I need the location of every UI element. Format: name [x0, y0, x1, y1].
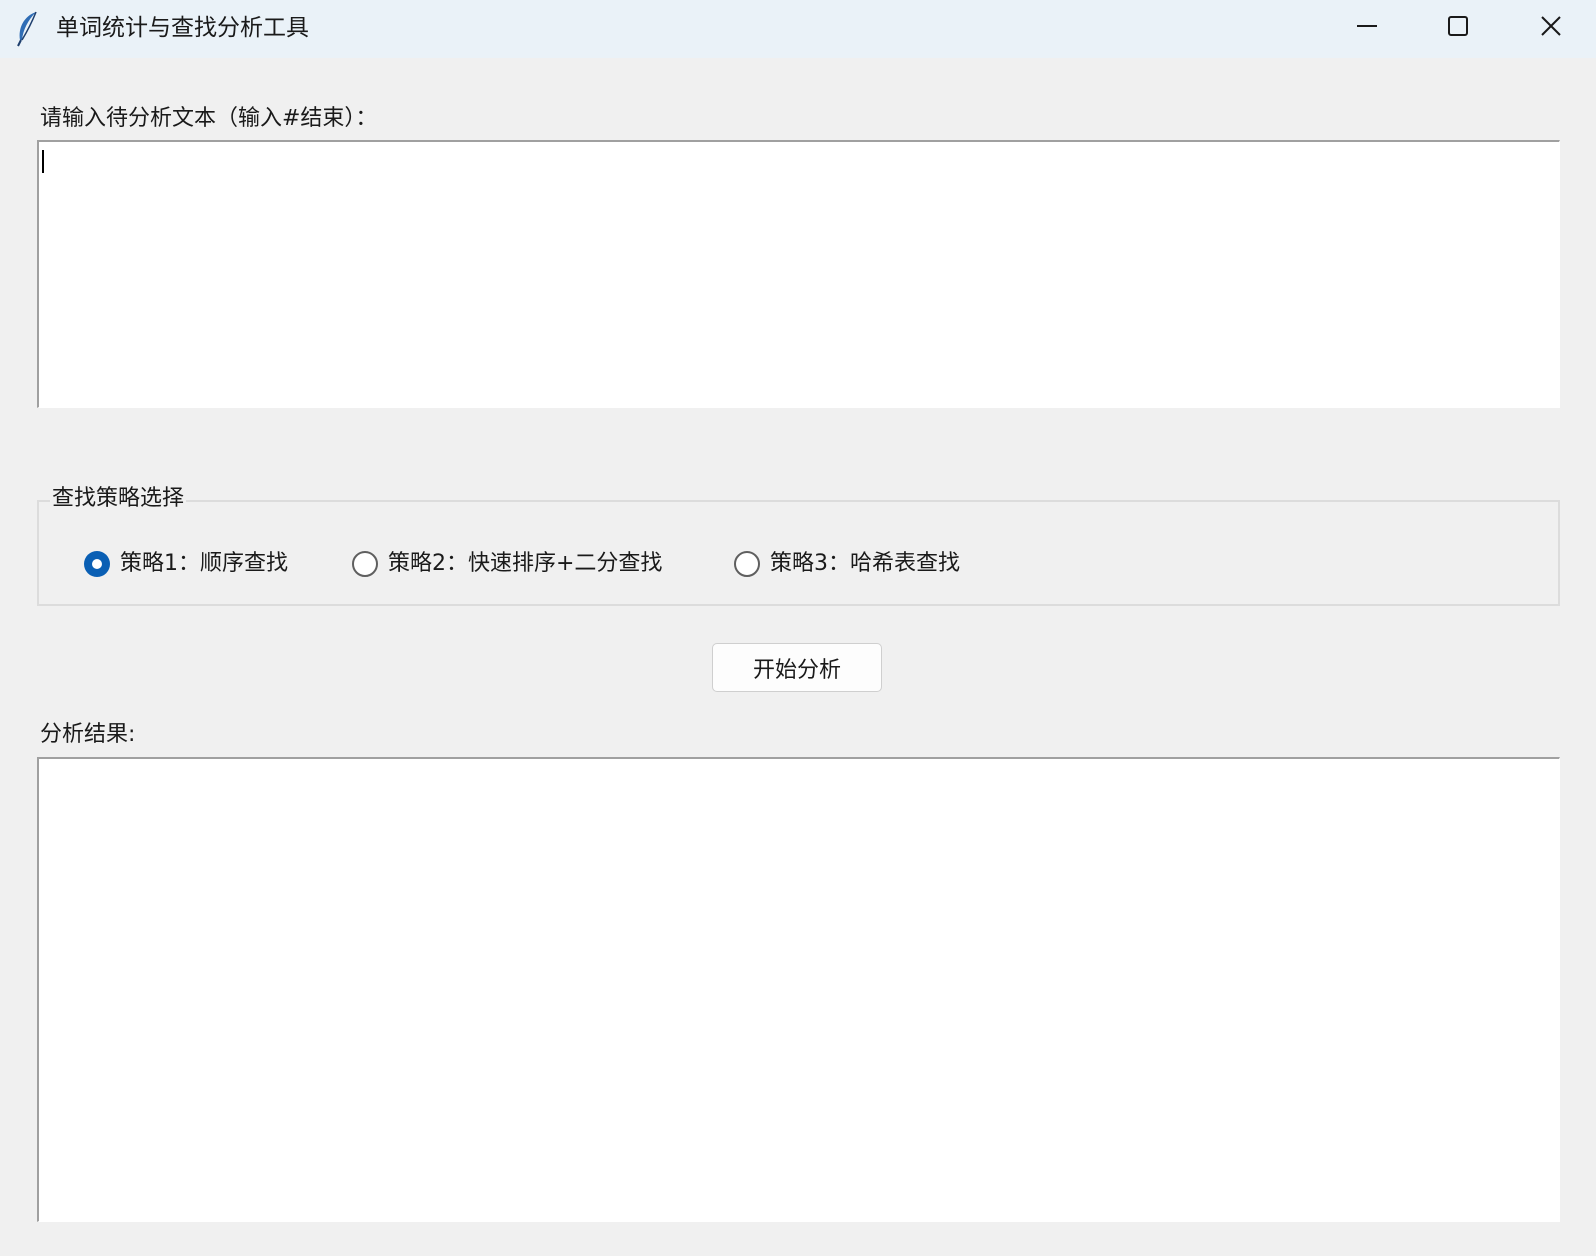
result-label: 分析结果: — [40, 722, 136, 747]
radio-label-strategy-3: 策略3：哈希表查找 — [770, 551, 960, 576]
radio-button-unchecked[interactable] — [734, 551, 760, 577]
radio-strategy-2[interactable]: 策略2：快速排序+二分查找 — [352, 547, 662, 581]
radio-strategy-1[interactable]: 策略1：顺序查找 — [84, 547, 288, 581]
radio-button-unchecked[interactable] — [352, 551, 378, 577]
text-input-area[interactable] — [37, 140, 1560, 408]
result-output-area[interactable] — [37, 757, 1560, 1222]
start-analysis-button[interactable]: 开始分析 — [712, 643, 882, 692]
window-title: 单词统计与查找分析工具 — [56, 15, 309, 41]
maximize-icon — [1446, 14, 1470, 42]
maximize-button[interactable] — [1413, 0, 1503, 56]
close-icon — [1539, 14, 1563, 42]
minimize-icon — [1355, 14, 1379, 42]
strategy-group-title: 查找策略选择 — [50, 484, 187, 514]
feather-icon — [14, 10, 42, 48]
radio-label-strategy-2: 策略2：快速排序+二分查找 — [388, 551, 663, 576]
title-bar[interactable]: 单词统计与查找分析工具 — [0, 0, 1596, 58]
app-window: 单词统计与查找分析工具 请输入待分析文本（输入#结束）： 查找策略选择 策略1：… — [0, 0, 1596, 1256]
text-caret — [42, 150, 44, 173]
minimize-button[interactable] — [1322, 0, 1412, 56]
close-button[interactable] — [1506, 0, 1596, 56]
input-label: 请输入待分析文本（输入#结束）： — [40, 106, 378, 131]
radio-label-strategy-1: 策略1：顺序查找 — [120, 551, 288, 576]
radio-button-checked[interactable] — [84, 551, 110, 577]
radio-strategy-3[interactable]: 策略3：哈希表查找 — [734, 547, 960, 581]
